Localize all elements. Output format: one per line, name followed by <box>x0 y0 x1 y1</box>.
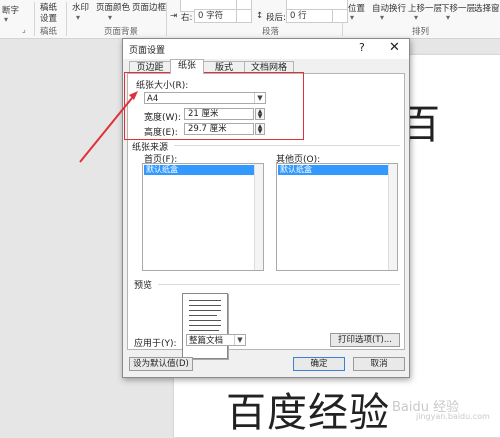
ribbon-divider <box>66 2 67 36</box>
group-arrange-label: 排列 <box>412 27 430 37</box>
preview-line <box>189 320 221 321</box>
watermark-url: jingyan.baidu.com <box>416 412 490 421</box>
ribbon-divider <box>34 2 35 36</box>
paper-tab-panel: 纸张大小(R): A4 ▼ 宽度(W): 21 厘米 ▲ ▼ 高度(E): 29.… <box>127 73 405 359</box>
set-default-button[interactable]: 设为默认值(D) <box>129 357 193 371</box>
apply-to-select[interactable]: 整篇文档 ▼ <box>186 334 246 346</box>
page-setup-dialog: 页面设置 ? ✕ 页边距 纸张 版式 文档网格 纸张大小(R): A4 ▼ 宽度… <box>122 38 410 378</box>
ribbon: 断字 稿纸 设置 水印 页面颜色 页面边框 ▾ ▾ ▾ 稿纸 页面背景 段落 排… <box>0 0 500 39</box>
preview-label: 预览 <box>134 281 153 291</box>
ok-button[interactable]: 确定 <box>293 357 345 371</box>
indent-right-icon: ⇥ <box>170 11 178 21</box>
spacing-after-label: 段后: <box>266 13 286 23</box>
height-label: 高度(E): <box>144 128 178 138</box>
apply-to-label: 应用于(Y): <box>134 339 177 349</box>
spacing-after-icon: ↕ <box>256 11 264 21</box>
watermark-dropdown-icon[interactable]: ▾ <box>76 13 80 22</box>
scrollbar[interactable] <box>388 164 397 270</box>
tab-paper[interactable]: 纸张 <box>170 59 204 74</box>
document-text-bottom: 百度经验 <box>226 390 390 436</box>
dialog-launcher-icon[interactable]: ⌟ <box>22 25 26 34</box>
page-border-button[interactable]: 页面边框 <box>132 1 166 13</box>
wrap-text-dropdown-icon[interactable]: ▾ <box>380 13 384 22</box>
preview-line <box>189 300 221 301</box>
cancel-button[interactable]: 取消 <box>353 357 405 371</box>
section-divider <box>158 284 400 285</box>
page-color-button[interactable]: 页面颜色 <box>96 1 130 13</box>
indent-right-spinner[interactable] <box>236 9 252 23</box>
page-preview <box>182 293 228 359</box>
close-icon[interactable]: ✕ <box>389 40 400 55</box>
apply-to-value: 整篇文档 <box>189 336 224 346</box>
ribbon-divider <box>166 2 167 36</box>
list-item[interactable]: 默认纸盒 <box>278 165 396 175</box>
preview-line <box>189 310 221 311</box>
chevron-down-icon: ▼ <box>234 335 245 345</box>
section-divider <box>174 145 400 146</box>
chevron-down-icon: ▼ <box>254 93 265 103</box>
preview-line <box>189 325 221 326</box>
position-dropdown-icon[interactable]: ▾ <box>350 13 354 22</box>
help-icon[interactable]: ? <box>359 41 365 54</box>
preview-line <box>189 330 219 331</box>
page-color-dropdown-icon[interactable]: ▾ <box>108 13 112 22</box>
group-page-background-label: 页面背景 <box>104 27 139 37</box>
dialog-title: 页面设置 <box>129 46 166 56</box>
scrollbar[interactable] <box>254 164 263 270</box>
width-label: 宽度(W): <box>144 113 181 123</box>
other-pages-list[interactable]: 默认纸盒 <box>276 163 398 271</box>
bring-forward-dropdown-icon[interactable]: ▾ <box>414 13 418 22</box>
selection-pane-button[interactable]: 选择窗 <box>474 2 500 14</box>
watermark-button[interactable]: 水印 <box>72 1 89 13</box>
height-input[interactable]: 29.7 厘米 <box>184 123 254 135</box>
print-options-button[interactable]: 打印选项(T)... <box>330 333 400 347</box>
manuscript-button-line2[interactable]: 设置 <box>40 12 57 24</box>
list-item[interactable]: 默认纸盒 <box>144 165 262 175</box>
indent-right-label: 右: <box>181 13 193 23</box>
paper-size-value: A4 <box>147 94 159 104</box>
preview-line <box>189 305 221 306</box>
group-manuscript-label: 稿纸 <box>40 27 58 37</box>
height-spinner[interactable]: ▲ ▼ <box>255 123 265 135</box>
paper-size-select[interactable]: A4 ▼ <box>144 92 266 104</box>
break-dropdown-icon[interactable]: ▾ <box>4 15 8 24</box>
width-input[interactable]: 21 厘米 <box>184 108 254 120</box>
dialog-titlebar[interactable]: 页面设置 ? ✕ <box>123 39 409 59</box>
spacing-after-spinner[interactable] <box>332 9 348 23</box>
preview-line <box>189 315 217 316</box>
wrap-text-button[interactable]: 自动换行 <box>372 2 406 14</box>
first-page-list[interactable]: 默认纸盒 <box>142 163 264 271</box>
send-backward-dropdown-icon[interactable]: ▾ <box>446 13 450 22</box>
group-paragraph-label: 段落 <box>262 27 280 37</box>
paper-size-label: 纸张大小(R): <box>136 81 189 91</box>
width-spinner[interactable]: ▲ ▼ <box>255 108 265 120</box>
